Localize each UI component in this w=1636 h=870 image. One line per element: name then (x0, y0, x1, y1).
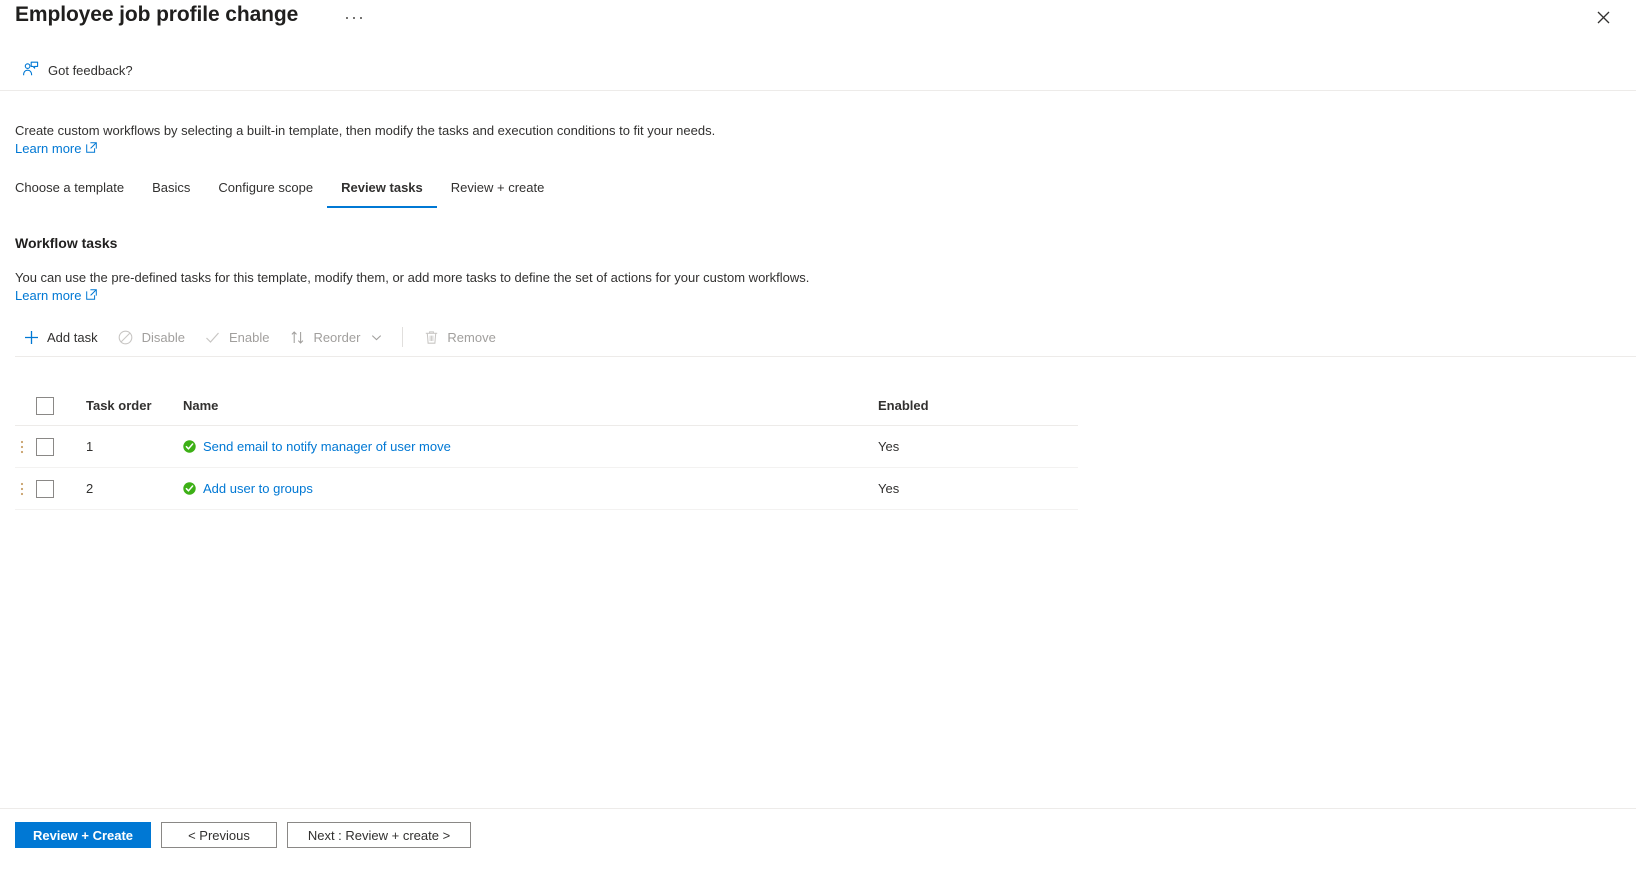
select-all-cell[interactable] (29, 396, 69, 415)
remove-task-label: Remove (447, 329, 496, 345)
cell-enabled: Yes (878, 481, 900, 496)
workflow-tasks-table: Task order Name Enabled 1 Send email to … (15, 386, 1078, 510)
task-name-link[interactable]: Add user to groups (203, 481, 313, 496)
section-description: You can use the pre-defined tasks for th… (15, 270, 810, 285)
header-name: Name (183, 398, 219, 413)
external-link-icon (86, 141, 98, 156)
header-task-order: Task order (86, 398, 152, 413)
cell-task-name: Add user to groups (167, 481, 878, 496)
intro-learn-more-label: Learn more (15, 141, 82, 156)
cell-task-order: 1 (86, 439, 94, 454)
add-task-button[interactable]: Add task (15, 325, 108, 349)
close-icon (1597, 11, 1609, 23)
row-select-cell[interactable] (29, 437, 69, 456)
section-learn-more-link[interactable]: Learn more (15, 288, 98, 303)
row-checkbox[interactable] (36, 479, 54, 498)
tab-basics[interactable]: Basics (138, 176, 204, 208)
table-header-row: Task order Name Enabled (15, 386, 1078, 426)
tab-choose-a-template[interactable]: Choose a template (15, 176, 138, 208)
wizard-tabs: Choose a template Basics Configure scope… (15, 176, 558, 208)
more-options-button[interactable]: ··· (340, 8, 369, 26)
enabled-check-icon (183, 440, 196, 453)
table-row: 1 Send email to notify manager of user m… (15, 426, 1078, 468)
section-learn-more-label: Learn more (15, 288, 82, 303)
trash-icon (423, 329, 439, 345)
tasks-command-bar: Add task Disable Enable Reorder Remove (15, 322, 1636, 352)
plus-icon (23, 329, 39, 345)
intro-description: Create custom workflows by selecting a b… (15, 123, 716, 138)
cell-enabled: Yes (878, 439, 900, 454)
got-feedback-button[interactable]: Got feedback? (22, 61, 133, 80)
task-name-link[interactable]: Send email to notify manager of user mov… (203, 439, 451, 454)
external-link-icon (86, 288, 98, 303)
wizard-footer: Review + Create < Previous Next : Review… (15, 822, 471, 848)
reorder-tasks-label: Reorder (313, 329, 361, 345)
enabled-check-icon (183, 482, 196, 495)
drag-handle-icon[interactable] (15, 439, 29, 455)
enable-task-label: Enable (228, 329, 270, 345)
cell-task-order: 2 (86, 481, 94, 496)
chevron-down-icon (371, 332, 382, 343)
disable-task-label: Disable (141, 329, 185, 345)
tab-review-create[interactable]: Review + create (437, 176, 559, 208)
block-icon (118, 329, 134, 345)
disable-task-button: Disable (108, 325, 195, 349)
got-feedback-label: Got feedback? (48, 63, 133, 78)
row-select-cell[interactable] (29, 479, 69, 498)
command-bar-divider-line (15, 356, 1636, 357)
feedback-person-icon (22, 61, 39, 80)
section-title: Workflow tasks (15, 235, 118, 251)
blade-header: Employee job profile change ··· (0, 0, 1636, 44)
select-all-checkbox[interactable] (36, 396, 54, 415)
previous-button[interactable]: < Previous (161, 822, 277, 848)
remove-task-button: Remove (413, 325, 505, 349)
table-row: 2 Add user to groups Yes (15, 468, 1078, 510)
page-title: Employee job profile change (15, 3, 299, 26)
drag-handle-icon[interactable] (15, 481, 29, 497)
footer-divider (0, 808, 1636, 809)
check-icon (205, 329, 221, 345)
command-bar-divider (402, 327, 404, 347)
tab-review-tasks[interactable]: Review tasks (327, 176, 437, 208)
enable-task-button: Enable (195, 325, 279, 349)
review-create-button[interactable]: Review + Create (15, 822, 151, 848)
header-divider (0, 90, 1636, 91)
sort-arrows-icon (289, 329, 305, 345)
intro-learn-more-link[interactable]: Learn more (15, 141, 98, 156)
tab-configure-scope[interactable]: Configure scope (204, 176, 327, 208)
add-task-label: Add task (47, 329, 98, 345)
header-enabled: Enabled (878, 398, 929, 413)
row-checkbox[interactable] (36, 437, 54, 456)
reorder-tasks-button: Reorder (279, 325, 392, 349)
close-button[interactable] (1592, 6, 1614, 28)
next-review-create-button[interactable]: Next : Review + create > (287, 822, 471, 848)
cell-task-name: Send email to notify manager of user mov… (167, 439, 878, 454)
